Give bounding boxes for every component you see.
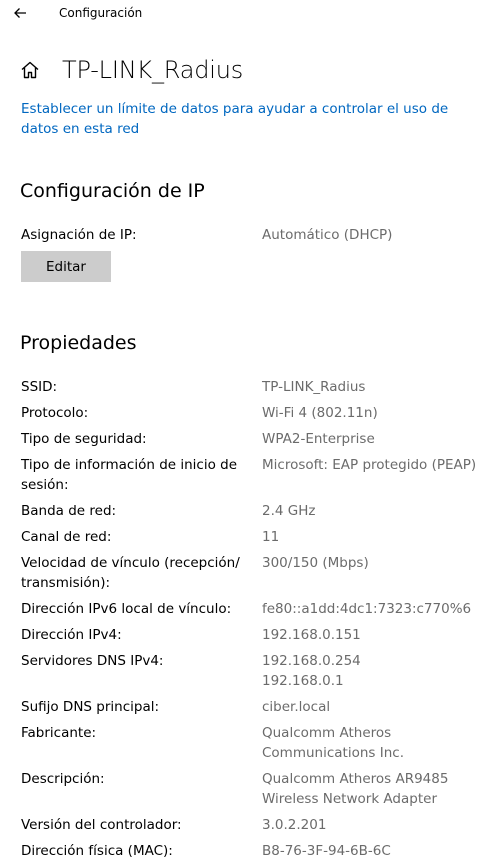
ssid-label: SSID: bbox=[21, 379, 58, 395]
ip-assignment-value: Automático (DHCP) bbox=[262, 227, 393, 243]
ipv4-value: 192.168.0.151 bbox=[262, 627, 361, 643]
ipv4-label: Dirección IPv4: bbox=[21, 627, 122, 643]
title-bar: Configuración bbox=[0, 0, 497, 30]
ip-settings-title: Configuración de IP bbox=[20, 180, 205, 202]
mac-address-value: B8-76-3F-94-6B-6C bbox=[262, 843, 391, 859]
edit-button[interactable]: Editar bbox=[21, 251, 111, 282]
dns-suffix-label: Sufijo DNS principal: bbox=[21, 699, 160, 715]
link-speed-label: Velocidad de vínculo (recepción/ transmi… bbox=[21, 555, 240, 591]
ssid-value: TP-LINK_Radius bbox=[262, 379, 366, 395]
security-type-label: Tipo de seguridad: bbox=[21, 431, 147, 447]
protocol-value: Wi-Fi 4 (802.11n) bbox=[262, 405, 378, 421]
ipv6-label: Dirección IPv6 local de vínculo: bbox=[21, 601, 232, 617]
page-header: TP-LINK_Radius bbox=[20, 55, 243, 85]
network-channel-label: Canal de red: bbox=[21, 529, 112, 545]
home-icon[interactable] bbox=[20, 59, 42, 81]
page-title: TP-LINK_Radius bbox=[62, 56, 244, 84]
arrow-left-icon bbox=[13, 5, 27, 24]
sign-in-info-value: Microsoft: EAP protegido (PEAP) bbox=[262, 457, 477, 473]
dns-servers-label: Servidores DNS IPv4: bbox=[21, 653, 164, 669]
dns-suffix-value: ciber.local bbox=[262, 699, 331, 715]
properties-title: Propiedades bbox=[20, 332, 137, 354]
ip-assignment-label: Asignación de IP: bbox=[21, 227, 137, 243]
app-title: Configuración bbox=[59, 6, 143, 20]
driver-version-label: Versión del controlador: bbox=[21, 817, 182, 833]
data-limit-link[interactable]: Establecer un límite de datos para ayuda… bbox=[21, 99, 451, 139]
network-band-value: 2.4 GHz bbox=[262, 503, 316, 519]
mac-address-label: Dirección física (MAC): bbox=[21, 843, 173, 859]
network-band-label: Banda de red: bbox=[21, 503, 117, 519]
link-speed-value: 300/150 (Mbps) bbox=[262, 555, 369, 571]
dns-servers-value: 192.168.0.254 192.168.0.1 bbox=[262, 653, 361, 689]
manufacturer-value: Qualcomm Atheros Communications Inc. bbox=[262, 725, 404, 761]
sign-in-info-label: Tipo de información de inicio de sesión: bbox=[21, 457, 238, 493]
manufacturer-label: Fabricante: bbox=[21, 725, 97, 741]
back-button[interactable] bbox=[6, 2, 34, 26]
ipv6-value: fe80::a1dd:4dc1:7323:c770%6 bbox=[262, 601, 472, 617]
network-channel-value: 11 bbox=[262, 529, 280, 545]
description-value: Qualcomm Atheros AR9485 Wireless Network… bbox=[262, 771, 449, 807]
security-type-value: WPA2-Enterprise bbox=[262, 431, 375, 447]
driver-version-value: 3.0.2.201 bbox=[262, 817, 327, 833]
description-label: Descripción: bbox=[21, 771, 105, 787]
protocol-label: Protocolo: bbox=[21, 405, 89, 421]
